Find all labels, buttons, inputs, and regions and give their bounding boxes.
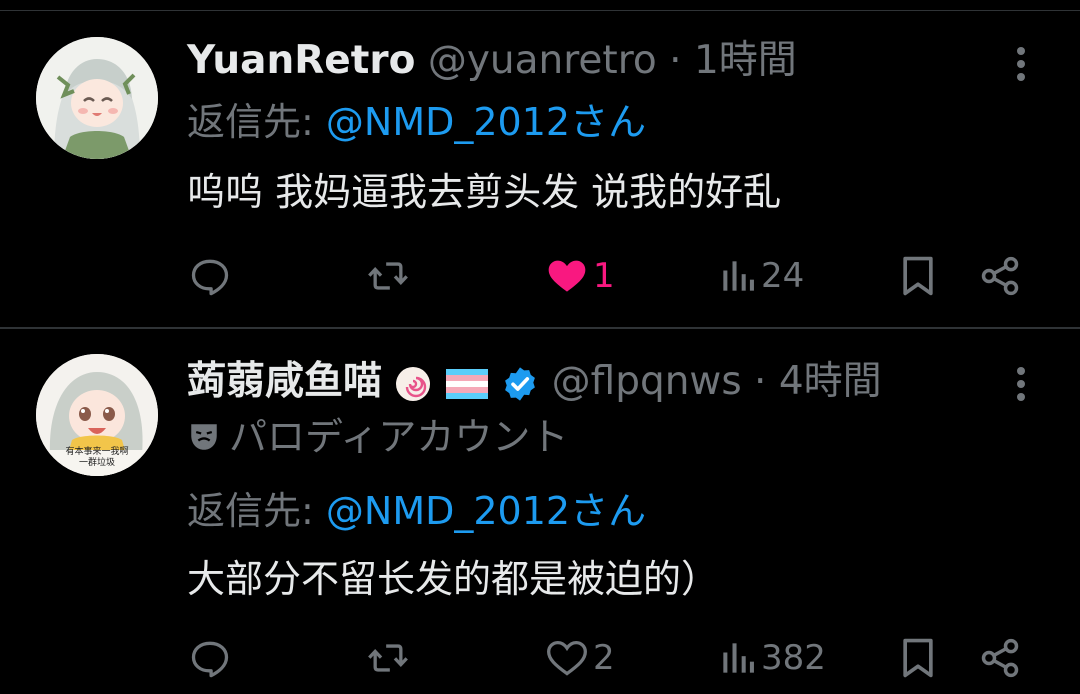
theater-mask-icon — [191, 424, 217, 450]
like-count: 1 — [593, 256, 615, 296]
avatar-caption-line: 有本事来一我啊 — [65, 447, 129, 457]
retweet-button[interactable] — [365, 246, 411, 306]
heart-icon — [547, 640, 587, 676]
views-button[interactable]: 24 — [719, 246, 804, 306]
tweet[interactable]: YuanRetro @yuanretro · 1時間 返信先: @NMD_201… — [0, 0, 1080, 327]
reply-context: 返信先: @NMD_2012さん — [187, 486, 646, 536]
avatar[interactable] — [36, 37, 158, 159]
bookmark-icon — [903, 256, 933, 296]
reply-icon — [191, 259, 229, 296]
separator-dot: · — [656, 38, 694, 83]
display-name[interactable]: YuanRetro — [187, 38, 415, 83]
action-bar: 2 382 — [0, 628, 1080, 688]
share-button[interactable] — [978, 246, 1022, 306]
bookmark-button[interactable] — [898, 246, 938, 306]
reply-context: 返信先: @NMD_2012さん — [187, 97, 646, 147]
parody-label: パロディアカウント — [187, 412, 568, 462]
retweet-button[interactable] — [365, 628, 411, 688]
avatar[interactable]: 有本事来一我啊 一群垃圾 — [36, 354, 158, 476]
parody-text: パロディアカウント — [229, 415, 569, 459]
reply-mention[interactable]: @NMD_2012さん — [326, 489, 646, 533]
reply-icon — [191, 641, 229, 678]
action-bar: 1 24 — [0, 246, 1080, 306]
share-icon — [981, 256, 1019, 296]
tweet-header: 蒟蒻咸鱼喵 @flpqnws · 4時間 — [187, 357, 882, 407]
views-button[interactable]: 382 — [719, 628, 826, 688]
more-icon — [1017, 47, 1025, 81]
share-button[interactable] — [978, 628, 1022, 688]
avatar-image — [36, 37, 158, 159]
tweet-header: YuanRetro @yuanretro · 1時間 — [187, 36, 797, 86]
reply-prefix: 返信先: — [187, 100, 314, 144]
heart-icon — [548, 260, 586, 292]
transgender-flag-icon — [445, 368, 488, 399]
avatar-caption: 有本事来一我啊 一群垃圾 — [36, 447, 158, 469]
like-button[interactable]: 1 — [545, 246, 615, 306]
view-count: 382 — [761, 638, 826, 678]
reply-prefix: 返信先: — [187, 489, 314, 533]
avatar-caption-line: 一群垃圾 — [78, 458, 115, 468]
more-button[interactable] — [1006, 364, 1036, 404]
display-name[interactable]: 蒟蒻咸鱼喵 — [187, 359, 382, 404]
reply-button[interactable] — [188, 628, 232, 688]
view-count: 24 — [761, 256, 805, 296]
like-button[interactable]: 2 — [545, 628, 615, 688]
tweet[interactable]: 有本事来一我啊 一群垃圾 蒟蒻咸鱼喵 @flpqnws · 4時間 パロディアカ… — [0, 329, 1080, 694]
tweet-text: 呜呜 我妈逼我去剪头发 说我的好乱 — [187, 170, 782, 214]
share-icon — [981, 638, 1019, 678]
timestamp[interactable]: 1時間 — [694, 38, 797, 83]
reply-button[interactable] — [188, 246, 232, 306]
more-button[interactable] — [1006, 44, 1036, 84]
separator-dot: · — [741, 359, 779, 404]
bookmark-button[interactable] — [898, 628, 938, 688]
retweet-icon — [368, 262, 408, 290]
handle[interactable]: @flpqnws — [552, 359, 742, 404]
handle[interactable]: @yuanretro — [428, 38, 657, 83]
bookmark-icon — [903, 638, 933, 678]
verified-badge-icon — [505, 366, 536, 401]
views-icon — [723, 643, 754, 673]
more-icon — [1017, 367, 1025, 401]
views-icon — [723, 261, 754, 291]
tweet-text: 大部分不留长发的都是被迫的） — [187, 557, 720, 601]
retweet-icon — [368, 644, 408, 672]
reply-mention[interactable]: @NMD_2012さん — [326, 100, 646, 144]
like-count: 2 — [593, 638, 615, 678]
timestamp[interactable]: 4時間 — [779, 359, 882, 404]
fishcake-emoji-icon — [396, 366, 431, 401]
